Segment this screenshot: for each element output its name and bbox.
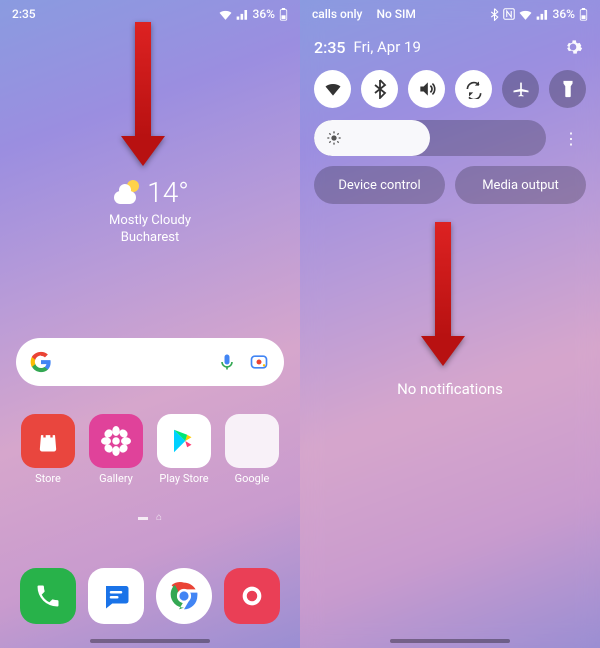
qs-bluetooth[interactable] (361, 70, 398, 108)
brightness-more-icon[interactable]: ⋮ (556, 129, 586, 148)
no-notifications-label: No notifications (300, 380, 600, 398)
settings-button[interactable] (560, 34, 586, 60)
weather-condition: Mostly Cloudy (109, 213, 191, 228)
quick-panel: 2:35 Fri, Apr 19 ⋮ Device control Medi (300, 0, 600, 216)
weather-widget[interactable]: 14° Mostly Cloudy Bucharest (0, 176, 300, 245)
qs-rotate[interactable] (455, 70, 492, 108)
quick-settings-row (300, 64, 600, 118)
home-screen: 2:35 36% 14° Mostly Cloudy Bucharest (0, 0, 300, 648)
gesture-bar[interactable] (90, 639, 210, 643)
app-label: Gallery (99, 472, 133, 485)
panel-date: Fri, Apr 19 (354, 38, 421, 56)
home-icon: ⌂ (156, 512, 162, 523)
battery-icon (279, 8, 288, 21)
app-row: Store Gallery Play Store Google (0, 414, 300, 485)
voice-search-icon[interactable] (216, 351, 238, 373)
app-folder-google[interactable]: Google (221, 414, 283, 485)
weather-temp: 14° (147, 176, 189, 209)
qs-wifi[interactable] (314, 70, 351, 108)
qs-flashlight[interactable] (549, 70, 586, 108)
brightness-icon (326, 130, 342, 146)
app-store[interactable]: Store (17, 414, 79, 485)
app-label: Play Store (159, 472, 208, 485)
dock-camera[interactable] (221, 568, 283, 624)
annotation-arrow (135, 22, 165, 166)
page-indicator: ▬ ⌂ (0, 512, 300, 523)
annotation-arrow (435, 222, 465, 366)
app-label: Store (35, 472, 61, 485)
qs-airplane[interactable] (502, 70, 539, 108)
gesture-bar[interactable] (390, 639, 510, 643)
panel-time: 2:35 (314, 38, 346, 57)
signal-icon (236, 9, 249, 20)
google-logo-icon (30, 351, 52, 373)
media-output-button[interactable]: Media output (455, 166, 586, 204)
search-bar[interactable] (16, 338, 284, 386)
quick-panel-screen: calls only No SIM 36% 2:35 Fri, Ap (300, 0, 600, 648)
brightness-slider[interactable] (314, 120, 546, 156)
status-time: 2:35 (12, 7, 36, 21)
dot-icon: ▬ (138, 512, 148, 523)
qs-sound[interactable] (408, 70, 445, 108)
app-label: Google (235, 472, 270, 485)
battery-percent: 36% (253, 7, 275, 21)
weather-location: Bucharest (121, 230, 179, 245)
app-gallery[interactable]: Gallery (85, 414, 147, 485)
app-play-store[interactable]: Play Store (153, 414, 215, 485)
dock-chrome[interactable] (153, 568, 215, 624)
lens-icon[interactable] (248, 351, 270, 373)
weather-icon (111, 178, 141, 208)
brightness-row: ⋮ (300, 118, 600, 166)
device-control-button[interactable]: Device control (314, 166, 445, 204)
wifi-icon (219, 9, 232, 20)
dock-phone[interactable] (17, 568, 79, 624)
dock-messages[interactable] (85, 568, 147, 624)
dock (0, 568, 300, 624)
